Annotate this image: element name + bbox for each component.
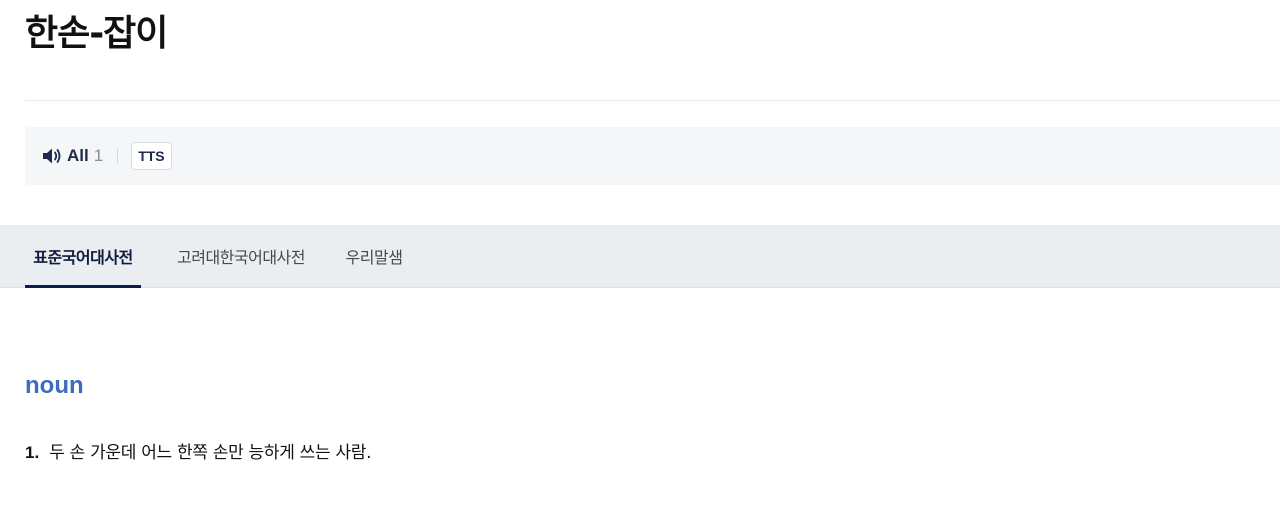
dictionary-tabs: 표준국어대사전 고려대한국어대사전 우리말샘: [0, 225, 1280, 288]
pronunciation-bar: All 1 TTS: [25, 127, 1280, 185]
play-all-button[interactable]: All 1: [42, 146, 103, 166]
tab-standard-korean-dictionary[interactable]: 표준국어대사전: [25, 225, 141, 288]
speaker-icon: [42, 147, 64, 165]
play-all-label: All: [67, 146, 89, 165]
definition-item: 1. 두 손 가운데 어느 한쪽 손만 능하게 쓰는 사람.: [25, 438, 372, 463]
definition-text: 두 손 가운데 어느 한쪽 손만 능하게 쓰는 사람.: [49, 443, 372, 463]
audio-count: 1: [93, 146, 104, 165]
tab-urimalsaem[interactable]: 우리말샘: [338, 225, 410, 287]
tab-korea-university-dictionary[interactable]: 고려대한국어대사전: [165, 225, 317, 287]
definition-number: 1.: [25, 443, 40, 462]
part-of-speech: noun: [25, 372, 84, 399]
audio-separator: [117, 148, 119, 164]
headword-title: 한손-잡이: [25, 13, 168, 54]
tts-button[interactable]: TTS: [131, 142, 172, 170]
dictionary-entry-page: 한손-잡이 All 1 TTS 표준국어대사전 고려대한국어대사전 우리말샘 n…: [0, 0, 1280, 520]
title-divider: [25, 100, 1280, 101]
